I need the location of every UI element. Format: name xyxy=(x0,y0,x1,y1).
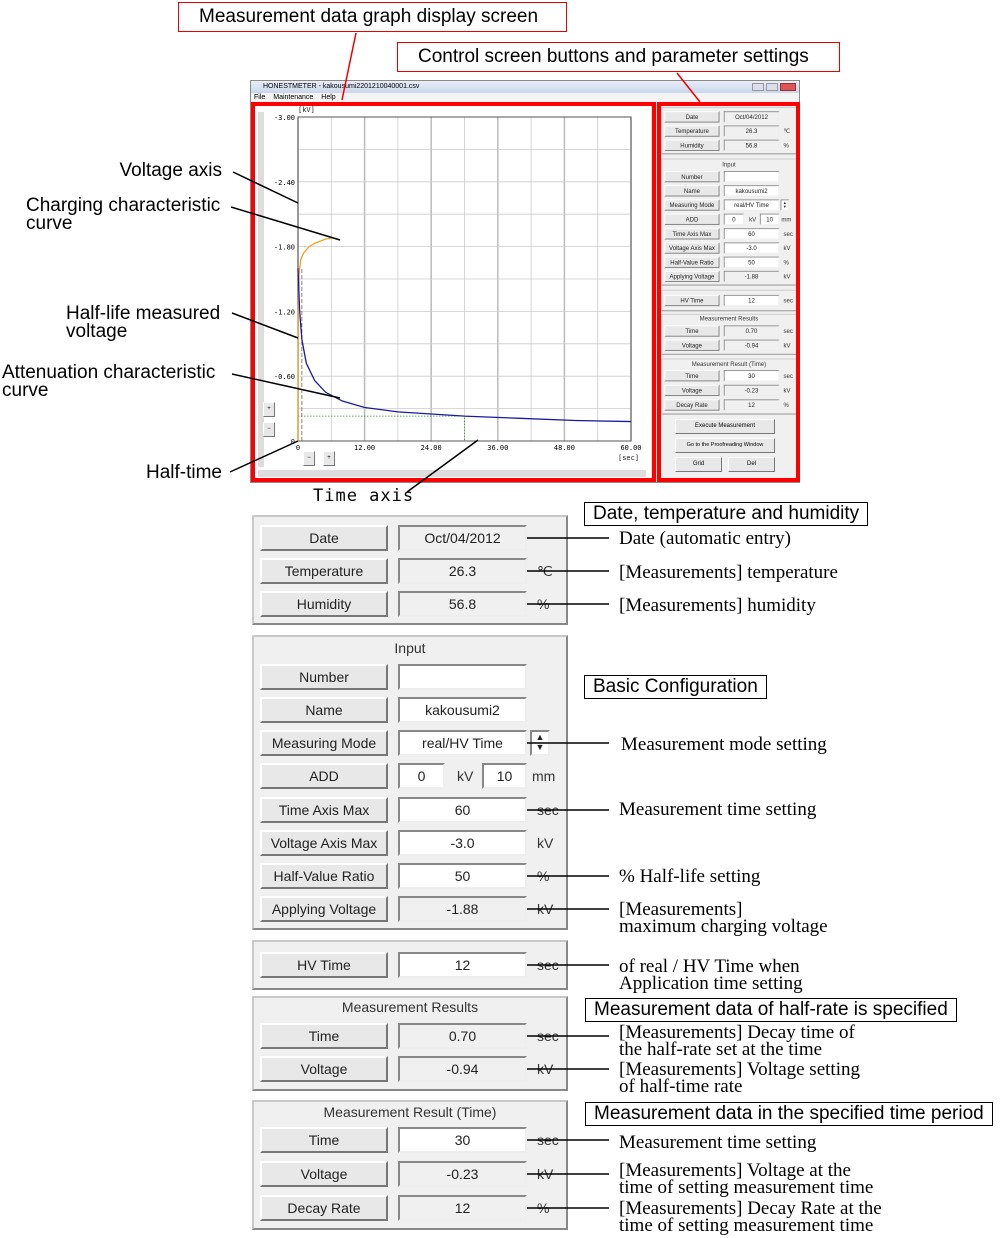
label-line: voltage xyxy=(66,321,128,342)
result-time-voltage-button[interactable]: Voltage xyxy=(260,1161,388,1187)
label-half-time: Half-time xyxy=(145,462,222,483)
note-line: of half-time rate xyxy=(619,1076,743,1097)
decay-rate-unit: % xyxy=(537,1200,550,1216)
half-value-ratio-unit: % xyxy=(537,868,550,884)
hv-time-button[interactable]: HV Time xyxy=(260,952,388,978)
input-title: Input xyxy=(394,640,426,656)
hv-time-unit: sec xyxy=(537,957,559,973)
measuring-mode-field[interactable]: real/HV Time xyxy=(398,730,527,756)
decay-rate-button[interactable]: Decay Rate xyxy=(260,1195,388,1221)
temperature-field: 26.3 xyxy=(398,558,527,584)
label-half-life-voltage: Half-life measured voltage xyxy=(66,304,220,342)
note-line: maximum charging voltage xyxy=(619,916,828,937)
note-mode: Measurement mode setting xyxy=(621,734,827,755)
note-temperature: [Measurements] temperature xyxy=(619,562,838,583)
applying-voltage-field: -1.88 xyxy=(398,896,527,922)
note-half: % Half-life setting xyxy=(619,866,761,887)
label-line: curve xyxy=(26,213,73,234)
heading-half-rate: Measurement data of half-rate is specifi… xyxy=(585,998,957,1022)
decay-rate-field: 12 xyxy=(398,1195,527,1221)
result-time-unit: sec xyxy=(537,1028,559,1044)
note-result-time: [Measurements] Decay time of the half-rat… xyxy=(619,1023,855,1060)
add-mm-field[interactable]: 10 xyxy=(482,763,527,789)
measuring-mode-button[interactable]: Measuring Mode xyxy=(260,730,388,756)
result-voltage-button[interactable]: Voltage xyxy=(260,1056,388,1082)
result-time-button[interactable]: Time xyxy=(260,1023,388,1049)
voltage-axis-max-field[interactable]: -3.0 xyxy=(398,830,527,856)
label-voltage-axis: Voltage axis xyxy=(119,160,222,181)
result-time-voltage-unit: kV xyxy=(537,1166,554,1182)
temperature-button[interactable]: Temperature xyxy=(260,558,388,584)
voltage-axis-max-unit: kV xyxy=(537,835,554,851)
voltage-axis-max-button[interactable]: Voltage Axis Max xyxy=(260,830,388,856)
humidity-unit: % xyxy=(537,596,550,612)
humidity-button[interactable]: Humidity xyxy=(260,591,388,617)
label-charging-curve: Charging characteristic curve xyxy=(26,196,220,234)
result-time-period-unit: sec xyxy=(537,1132,559,1148)
note-line: the half-rate set at the time xyxy=(619,1039,823,1060)
half-value-ratio-field[interactable]: 50 xyxy=(398,863,527,889)
note-result-voltage: [Measurements] Voltage setting of half-ti… xyxy=(619,1060,860,1097)
heading-date-temp-humidity: Date, temperature and humidity xyxy=(584,502,869,526)
add-kv-unit: kV xyxy=(457,768,474,784)
add-kv-field[interactable]: 0 xyxy=(398,763,445,789)
applying-voltage-unit: kV xyxy=(537,901,554,917)
results-title: Measurement Results xyxy=(341,999,479,1015)
result-time-period-button[interactable]: Time xyxy=(260,1127,388,1153)
note-humidity: [Measurements] humidity xyxy=(619,595,816,616)
name-field[interactable]: kakousumi2 xyxy=(398,697,527,723)
mode-spinner[interactable]: ▲ ▼ xyxy=(530,730,550,756)
note-line: Application time setting xyxy=(619,973,803,994)
result-voltage-field: -0.94 xyxy=(398,1056,527,1082)
note-applying: [Measurements] maximum charging voltage xyxy=(619,900,828,937)
diagram: Measurement data graph display screen Co… xyxy=(0,0,1000,1238)
label-attenuation-curve: Attenuation characteristic curve xyxy=(2,363,215,401)
half-value-ratio-button[interactable]: Half-Value Ratio xyxy=(260,863,388,889)
applying-voltage-button[interactable]: Applying Voltage xyxy=(260,896,388,922)
date-field: Oct/04/2012 xyxy=(398,525,527,551)
date-button[interactable]: Date xyxy=(260,525,388,551)
control-panel-enlarged: Date Oct/04/2012 Temperature 26.3 ℃ Humidity 5… xyxy=(252,515,568,1230)
label-line: curve xyxy=(2,380,49,401)
temperature-unit: ℃ xyxy=(537,563,553,579)
note-mrt-decay: [Measurements] Decay Rate at the time of … xyxy=(619,1199,882,1236)
note-hv: of real / HV Time when Application time s… xyxy=(619,957,803,994)
time-axis-max-field[interactable]: 60 xyxy=(398,797,527,823)
note-line: time of setting measurement time xyxy=(619,1215,874,1236)
humidity-field: 56.8 xyxy=(398,591,527,617)
hv-time-field[interactable]: 12 xyxy=(398,952,527,978)
note-time: Measurement time setting xyxy=(619,799,817,820)
add-mm-unit: mm xyxy=(532,768,556,784)
time-axis-max-button[interactable]: Time Axis Max xyxy=(260,797,388,823)
time-axis-max-unit: sec xyxy=(537,802,559,818)
note-date: Date (automatic entry) xyxy=(619,528,791,549)
add-button[interactable]: ADD xyxy=(260,763,388,789)
heading-basic-config: Basic Configuration xyxy=(584,675,767,699)
result-time-period-field[interactable]: 30 xyxy=(398,1127,527,1153)
results-time-title: Measurement Result (Time) xyxy=(323,1104,497,1120)
result-time-voltage-field: -0.23 xyxy=(398,1161,527,1187)
graph-highlight xyxy=(251,102,656,482)
heading-time-period: Measurement data in the specified time p… xyxy=(585,1102,993,1126)
note-mrt-voltage: [Measurements] Voltage at the time of set… xyxy=(619,1161,874,1198)
name-button[interactable]: Name xyxy=(260,697,388,723)
note-mrt-time: Measurement time setting xyxy=(619,1132,817,1153)
number-field[interactable] xyxy=(398,664,527,690)
label-time-axis: Time axis xyxy=(313,486,415,506)
number-button[interactable]: Number xyxy=(260,664,388,690)
result-voltage-unit: kV xyxy=(537,1061,554,1077)
control-highlight xyxy=(657,102,800,482)
note-line: time of setting measurement time xyxy=(619,1177,874,1198)
result-time-field: 0.70 xyxy=(398,1023,527,1049)
